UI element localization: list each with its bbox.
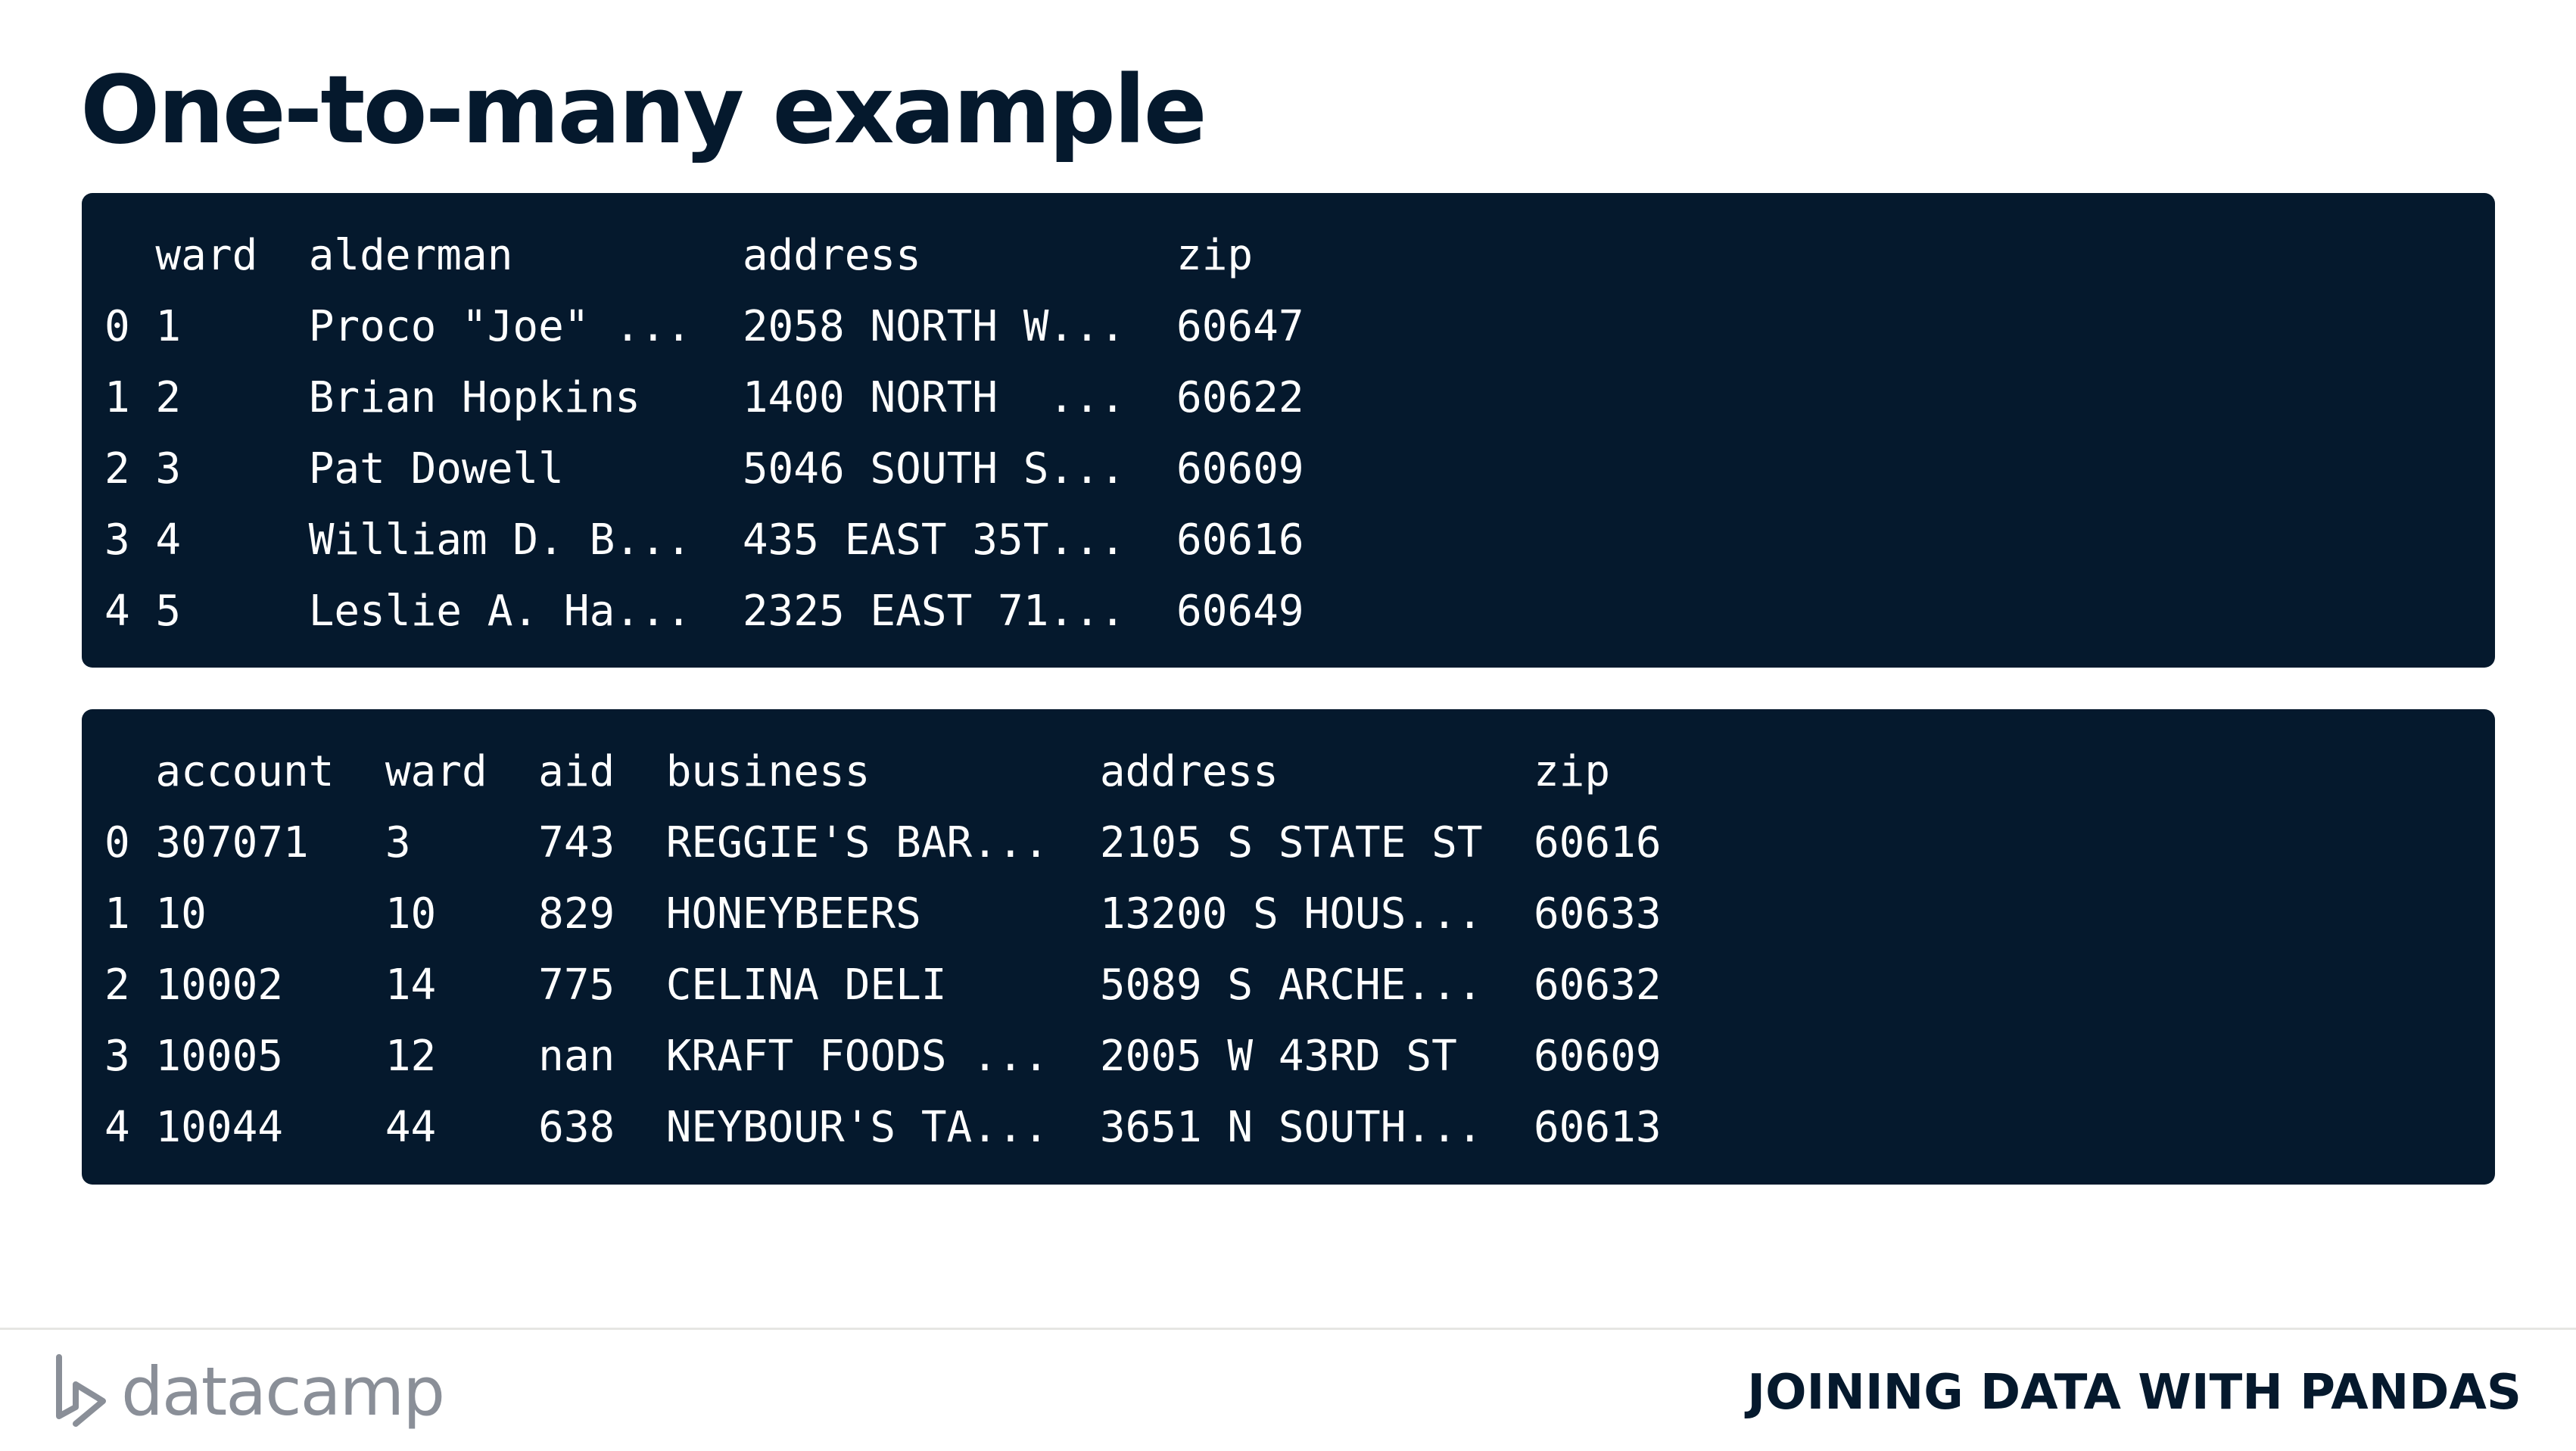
table-cell: 60622 xyxy=(1176,373,1304,422)
logo-wordmark: datacamp xyxy=(121,1353,445,1431)
column-header-business: business xyxy=(665,747,871,796)
table-cell: 775 xyxy=(538,961,615,1010)
column-header-aid: aid xyxy=(538,747,615,796)
wards-table: ward alderman address zip 0 1 Proco "Joe… xyxy=(104,220,1329,647)
row-index: 3 xyxy=(104,1032,130,1081)
table-cell: 60616 xyxy=(1176,515,1304,565)
table-cell: 44 xyxy=(385,1103,437,1152)
column-header-zip: zip xyxy=(1176,231,1254,280)
table-cell: HONEYBEERS xyxy=(665,889,921,939)
footer-divider xyxy=(0,1328,2576,1330)
table-cell: 3 xyxy=(155,444,182,494)
row-index: 2 xyxy=(104,961,130,1010)
table-cell: Pat Dowell xyxy=(308,444,564,494)
table-cell: Leslie A. Ha... xyxy=(308,587,692,636)
table-cell: 2105 S STATE ST xyxy=(1099,818,1483,867)
table-cell: 4 xyxy=(155,515,182,565)
table-cell: 10002 xyxy=(155,961,283,1010)
table-row: 3 4 William D. B... 435 EAST 35T... 6061… xyxy=(104,505,1329,576)
column-header-address: address xyxy=(1099,747,1279,796)
column-header-address: address xyxy=(742,231,921,280)
course-name: JOINING DATA WITH PANDAS xyxy=(1747,1365,2521,1421)
table-cell: 2 xyxy=(155,373,182,422)
table-cell: 60613 xyxy=(1533,1103,1662,1152)
row-index: 1 xyxy=(104,889,130,939)
table-cell: nan xyxy=(538,1032,615,1081)
table-cell: 10 xyxy=(155,889,207,939)
table-cell: NEYBOUR'S TA... xyxy=(665,1103,1049,1152)
table-header-row: ward alderman address zip xyxy=(104,220,1329,291)
table-cell: 10 xyxy=(385,889,437,939)
table-row: 1 2 Brian Hopkins 1400 NORTH ... 60622 xyxy=(104,363,1329,434)
table-cell: 829 xyxy=(538,889,615,939)
table-cell: 3 xyxy=(385,818,411,867)
table-cell: REGGIE'S BAR... xyxy=(665,818,1049,867)
table-cell: 60647 xyxy=(1176,302,1304,351)
table-row: 4 5 Leslie A. Ha... 2325 EAST 71... 6064… xyxy=(104,576,1329,647)
table-row: 3 10005 12 nan KRAFT FOODS ... 2005 W 43… xyxy=(104,1021,1687,1092)
table-cell: 5 xyxy=(155,587,182,636)
table-cell: Brian Hopkins xyxy=(308,373,640,422)
table-cell: Proco "Joe" ... xyxy=(308,302,692,351)
table-cell: 1400 NORTH ... xyxy=(742,373,1126,422)
table-cell: 2058 NORTH W... xyxy=(742,302,1126,351)
table-cell: 60609 xyxy=(1533,1032,1662,1081)
row-index: 1 xyxy=(104,373,130,422)
licenses-table: account ward aid business address zip 0 … xyxy=(104,736,1687,1163)
table-cell: 60632 xyxy=(1533,961,1662,1010)
table-row: 0 307071 3 743 REGGIE'S BAR... 2105 S ST… xyxy=(104,808,1687,879)
table-cell: 3651 N SOUTH... xyxy=(1099,1103,1483,1152)
table-cell: 14 xyxy=(385,961,437,1010)
table-cell: 435 EAST 35T... xyxy=(742,515,1126,565)
table-cell: CELINA DELI xyxy=(665,961,947,1010)
row-index: 3 xyxy=(104,515,130,565)
table-cell: 10005 xyxy=(155,1032,283,1081)
column-header-ward: ward xyxy=(155,231,258,280)
slide-title: One-to-many example xyxy=(80,56,1207,165)
row-index: 4 xyxy=(104,1103,130,1152)
index-header xyxy=(104,220,155,291)
table-cell: 60649 xyxy=(1176,587,1304,636)
table-cell: 10044 xyxy=(155,1103,283,1152)
row-index: 0 xyxy=(104,818,130,867)
table-cell: 60616 xyxy=(1533,818,1662,867)
row-index: 0 xyxy=(104,302,130,351)
table-cell: 5046 SOUTH S... xyxy=(742,444,1126,494)
table-cell: KRAFT FOODS ... xyxy=(665,1032,1049,1081)
table-header-row: account ward aid business address zip xyxy=(104,736,1687,808)
table-cell: 12 xyxy=(385,1032,437,1081)
table-row: 2 3 Pat Dowell 5046 SOUTH S... 60609 xyxy=(104,434,1329,505)
table-cell: 2325 EAST 71... xyxy=(742,587,1126,636)
column-header-alderman: alderman xyxy=(308,231,513,280)
table-cell: 13200 S HOUS... xyxy=(1099,889,1483,939)
column-header-ward: ward xyxy=(385,747,487,796)
table-cell: 638 xyxy=(538,1103,615,1152)
table-cell: 743 xyxy=(538,818,615,867)
column-header-account: account xyxy=(155,747,335,796)
table-cell: 2005 W 43RD ST xyxy=(1099,1032,1457,1081)
table-cell: 60609 xyxy=(1176,444,1304,494)
datacamp-logo-icon xyxy=(56,1354,106,1427)
table-row: 2 10002 14 775 CELINA DELI 5089 S ARCHE.… xyxy=(104,950,1687,1021)
table-row: 4 10044 44 638 NEYBOUR'S TA... 3651 N SO… xyxy=(104,1092,1687,1163)
row-index: 2 xyxy=(104,444,130,494)
row-index: 4 xyxy=(104,587,130,636)
wards-dataframe-output: ward alderman address zip 0 1 Proco "Joe… xyxy=(82,193,2495,668)
table-row: 0 1 Proco "Joe" ... 2058 NORTH W... 6064… xyxy=(104,291,1329,363)
column-header-zip: zip xyxy=(1533,747,1611,796)
index-header xyxy=(104,736,155,808)
table-cell: William D. B... xyxy=(308,515,692,565)
table-cell: 60633 xyxy=(1533,889,1662,939)
table-row: 1 10 10 829 HONEYBEERS 13200 S HOUS... 6… xyxy=(104,879,1687,950)
table-cell: 1 xyxy=(155,302,182,351)
table-cell: 5089 S ARCHE... xyxy=(1099,961,1483,1010)
licenses-dataframe-output: account ward aid business address zip 0 … xyxy=(82,709,2495,1185)
datacamp-logo: datacamp xyxy=(53,1350,445,1434)
table-cell: 307071 xyxy=(155,818,309,867)
